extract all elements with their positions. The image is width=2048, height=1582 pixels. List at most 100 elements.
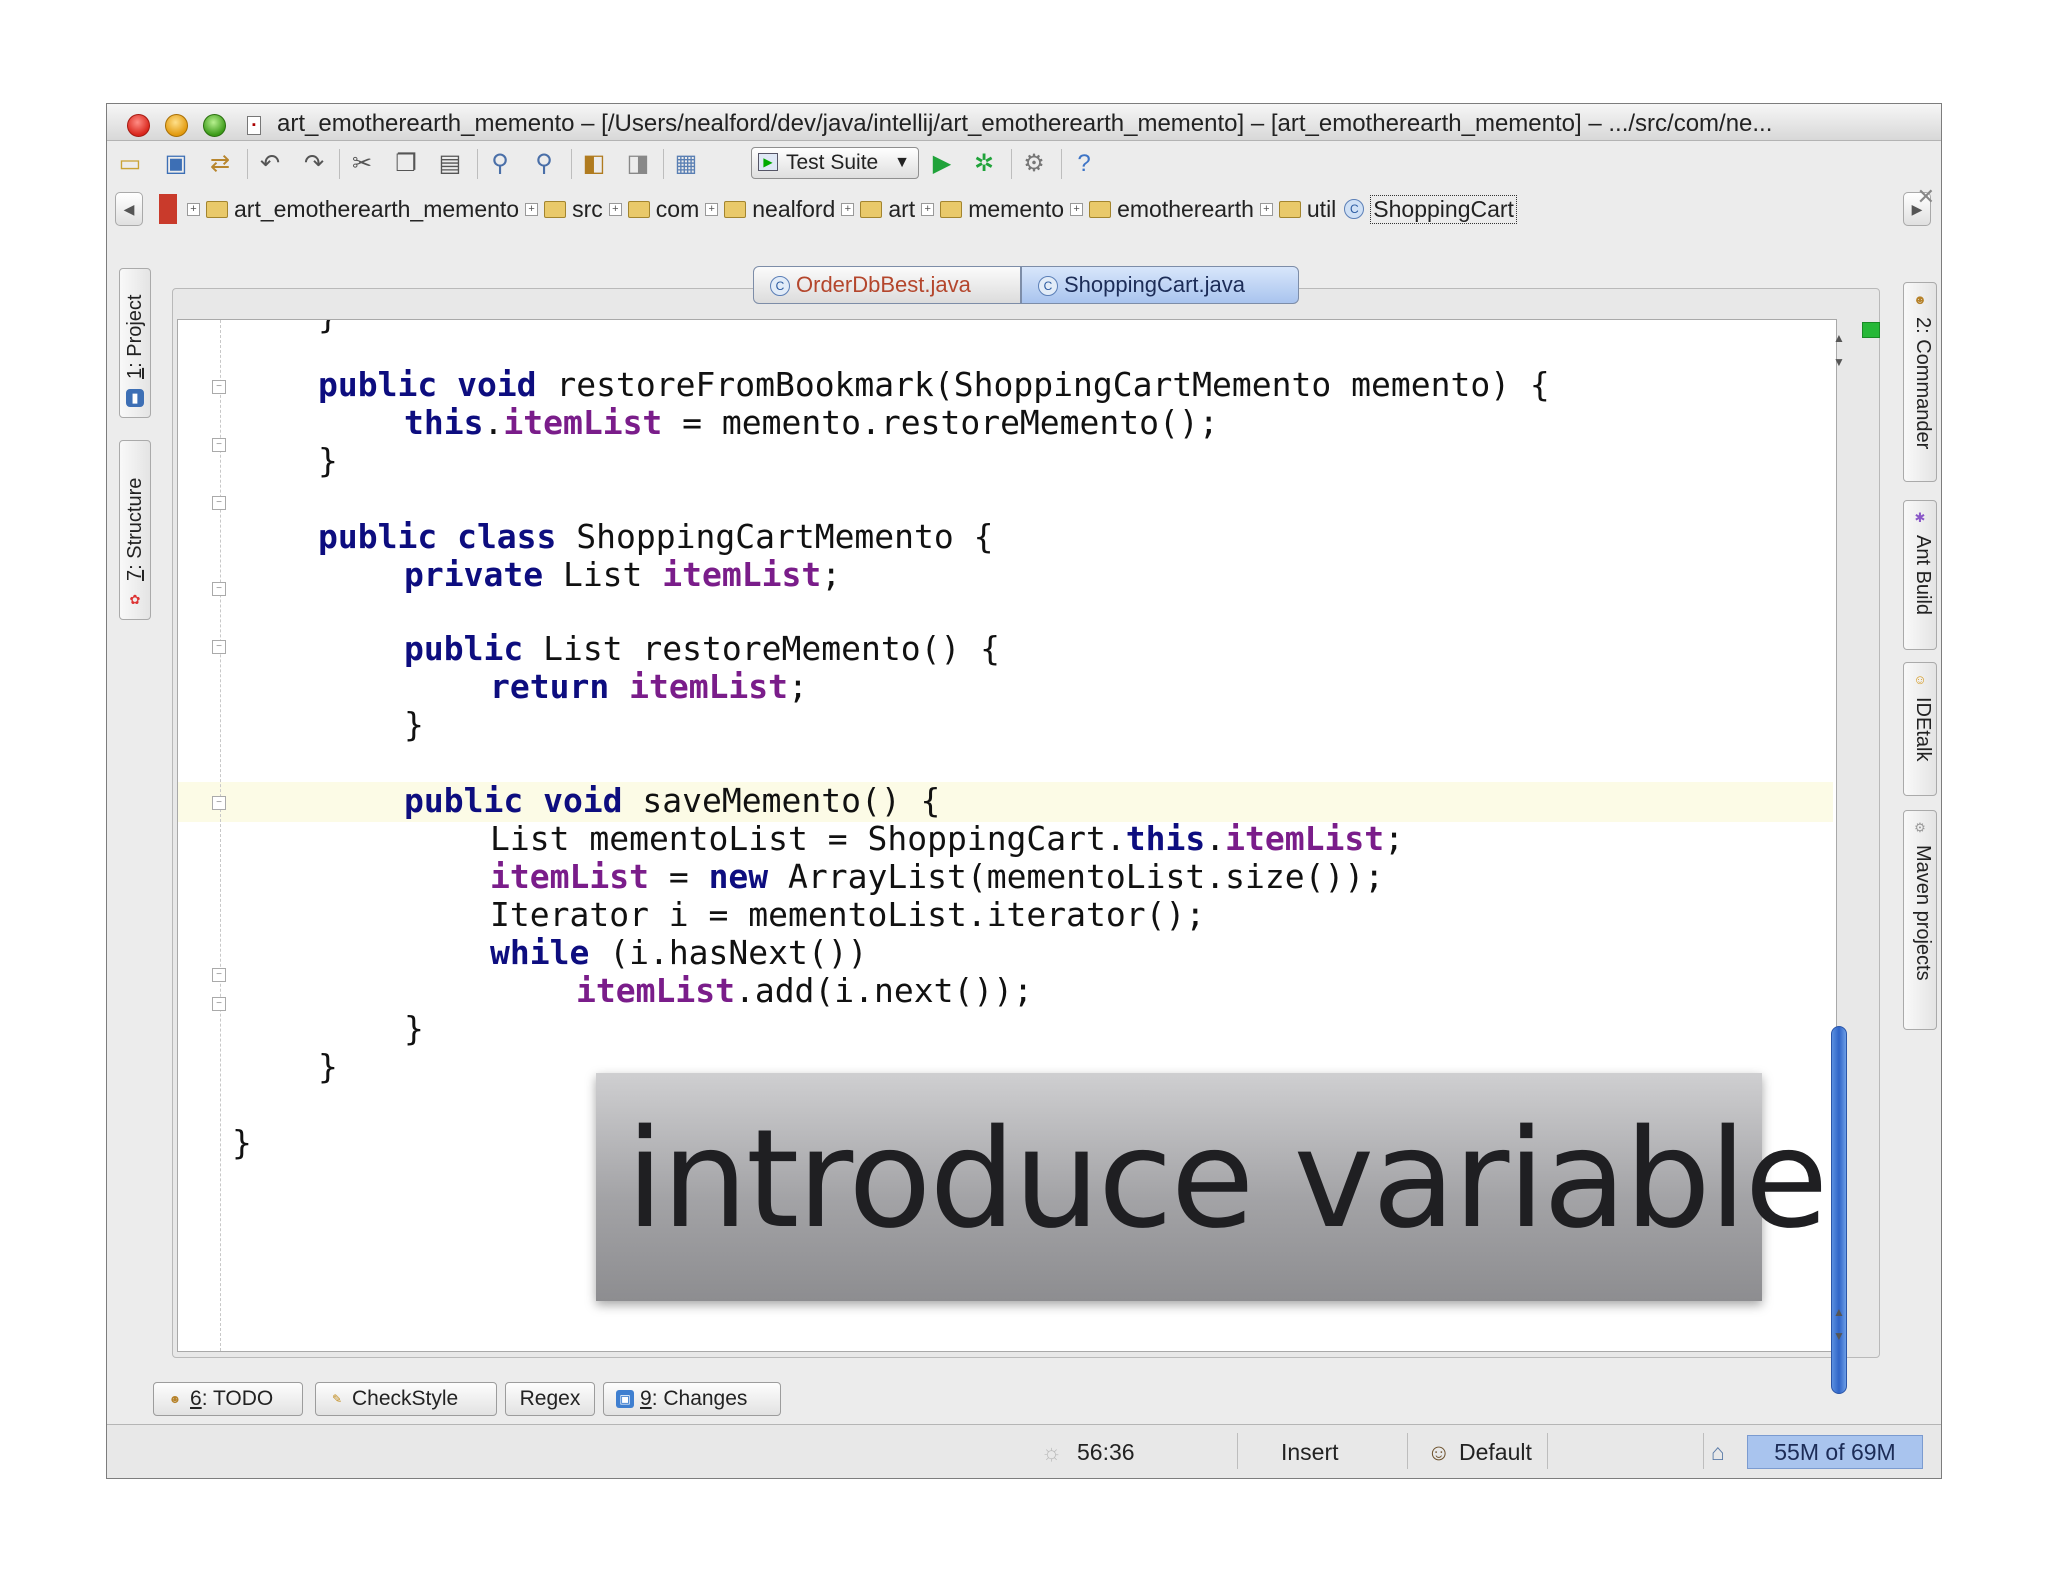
settings-icon[interactable]: ⚙	[1019, 149, 1049, 179]
tool-tab-project[interactable]: ▮ 1: Project	[119, 268, 151, 418]
tool-tab-ant-build[interactable]: ✱ Ant Build	[1903, 500, 1937, 650]
tool-tab-label: Maven projects	[1912, 845, 1934, 981]
copy-icon[interactable]: ❐	[391, 149, 421, 179]
code-line: }	[318, 320, 338, 336]
tool-tab-structure[interactable]: ✿ 7: Structure	[119, 440, 151, 620]
folder-icon	[940, 200, 963, 218]
tool-tab-label: Regex	[519, 1387, 581, 1410]
tool-tab-changes[interactable]: ▣ 9: Changes	[603, 1382, 781, 1416]
expand-icon[interactable]: +	[187, 202, 200, 216]
editor-tab[interactable]: C OrderDbBest.java	[753, 266, 1021, 304]
run-icon[interactable]: ▶	[927, 149, 957, 179]
folder-icon	[206, 200, 228, 218]
debug-icon[interactable]: ✲	[969, 149, 999, 179]
editor-tab-label: OrderDbBest.java	[796, 272, 971, 297]
expand-icon[interactable]: +	[841, 202, 855, 216]
help-icon[interactable]: ?	[1069, 149, 1099, 179]
tool-tab-regex[interactable]: Regex	[505, 1382, 595, 1416]
scroll-down-icon[interactable]: ▼	[1828, 352, 1850, 372]
replace-icon[interactable]: ⚲	[529, 149, 559, 179]
project-module-icon	[159, 194, 177, 224]
save-icon[interactable]: ▣	[161, 149, 191, 179]
open-icon[interactable]: ▭	[115, 149, 145, 179]
breadcrumb-current[interactable]: ShoppingCart	[1370, 194, 1517, 224]
maven-icon: ⚙	[1914, 820, 1926, 835]
class-icon: C	[1038, 276, 1058, 297]
expand-icon[interactable]: +	[705, 202, 719, 216]
tool-tab-commander[interactable]: ☻ 2: Commander	[1903, 282, 1937, 482]
breadcrumb-item[interactable]: art	[888, 196, 915, 223]
breadcrumb-item[interactable]: memento	[968, 196, 1064, 223]
close-icon[interactable]: ✕	[1917, 184, 1935, 210]
breadcrumb-item[interactable]: nealford	[752, 196, 835, 223]
expand-icon[interactable]: +	[1259, 202, 1273, 216]
editor-tab-active[interactable]: C ShoppingCart.java	[1021, 266, 1299, 304]
breadcrumb-item[interactable]: src	[572, 196, 603, 223]
tool-tab-todo[interactable]: ☻ 6: TODO	[153, 1382, 303, 1416]
nav-back-button[interactable]: ◀	[115, 192, 143, 226]
scroll-up-icon[interactable]: ▲	[1828, 1302, 1850, 1322]
code-line: public class ShoppingCartMemento {	[318, 517, 994, 556]
caption-text: introduce variable	[626, 1101, 1828, 1259]
code-line: itemList.add(i.next());	[576, 971, 1033, 1010]
find-icon[interactable]: ⚲	[485, 149, 515, 179]
redo-icon[interactable]: ↷	[299, 149, 329, 179]
scroll-up-icon[interactable]: ▲	[1828, 328, 1850, 348]
insert-mode[interactable]: Insert	[1281, 1435, 1339, 1469]
tool-tab-label: Ant Build	[1912, 535, 1934, 616]
undo-icon[interactable]: ↶	[255, 149, 285, 179]
breadcrumb-item[interactable]: com	[656, 196, 699, 223]
back-icon[interactable]: ◧	[579, 149, 609, 179]
breadcrumb: + art_emotherearth_memento + src + com +…	[159, 192, 1517, 226]
structure-icon: ✿	[129, 592, 141, 607]
expand-icon[interactable]: +	[608, 202, 622, 216]
class-icon: C	[770, 276, 790, 297]
tool-tab-label: : Structure	[124, 477, 146, 570]
folder-icon	[1278, 200, 1301, 218]
tool-tab-label: : Project	[124, 294, 146, 368]
tool-tab-label: IDEtalk	[1912, 697, 1934, 762]
code-line: return itemList;	[490, 667, 808, 706]
inspection-status-icon[interactable]	[1862, 322, 1880, 338]
source-code: } public void restoreFromBookmark(Shoppi…	[178, 320, 1550, 1162]
close-window-button[interactable]	[127, 114, 150, 137]
run-configuration-select[interactable]: ▶ Test Suite ▼	[751, 147, 919, 179]
test-suite-icon: ▶	[758, 153, 778, 171]
code-style-profile[interactable]: Default	[1459, 1435, 1532, 1469]
background-tasks-icon: ☼	[1041, 1439, 1063, 1465]
tool-tab-label: CheckStyle	[352, 1387, 459, 1410]
forward-icon[interactable]: ◨	[623, 149, 653, 179]
tool-tab-number: 1	[124, 367, 146, 379]
profile-icon: ☺	[1427, 1439, 1451, 1465]
project-structure-icon[interactable]: ▦	[671, 149, 701, 179]
breadcrumb-item[interactable]: emotherearth	[1117, 196, 1254, 223]
tool-tab-idetalk[interactable]: ☺ IDEtalk	[1903, 662, 1937, 796]
breadcrumb-item[interactable]: util	[1307, 196, 1336, 223]
slide-caption: introduce variable	[596, 1073, 1828, 1301]
folder-icon	[860, 200, 883, 218]
window-title: art_emotherearth_memento – [/Users/nealf…	[277, 110, 1773, 137]
todo-icon: ☻	[168, 1392, 182, 1407]
code-line: List mementoList = ShoppingCart.this.ite…	[490, 819, 1404, 858]
expand-icon[interactable]: +	[1070, 202, 1084, 216]
chevron-down-icon: ▼	[894, 154, 910, 171]
expand-icon[interactable]: +	[921, 202, 935, 216]
ant-icon: ✱	[1914, 510, 1926, 525]
tool-tab-checkstyle[interactable]: ✎ CheckStyle	[315, 1382, 497, 1416]
cut-icon[interactable]: ✂	[347, 149, 377, 179]
zoom-window-button[interactable]	[203, 114, 226, 137]
document-proxy-icon: ▪	[247, 116, 261, 135]
sync-icon[interactable]: ⇄	[205, 149, 235, 179]
breadcrumb-item[interactable]: art_emotherearth_memento	[234, 196, 519, 223]
tool-tab-maven[interactable]: ⚙ Maven projects	[1903, 810, 1937, 1030]
expand-icon[interactable]: +	[525, 202, 539, 216]
caret-position[interactable]: 56:36	[1077, 1435, 1135, 1469]
tool-tab-label: 2: Commander	[1912, 317, 1934, 450]
minimize-window-button[interactable]	[165, 114, 188, 137]
editor-scrollbar[interactable]: ▲ ▼ ▲ ▼	[1826, 326, 1852, 1394]
paste-icon[interactable]: ▤	[435, 149, 465, 179]
garbage-collect-icon[interactable]: ⌂	[1711, 1435, 1725, 1469]
folder-icon	[1089, 200, 1112, 218]
memory-indicator[interactable]: 55M of 69M	[1747, 1435, 1923, 1469]
scroll-down-icon[interactable]: ▼	[1828, 1326, 1850, 1346]
